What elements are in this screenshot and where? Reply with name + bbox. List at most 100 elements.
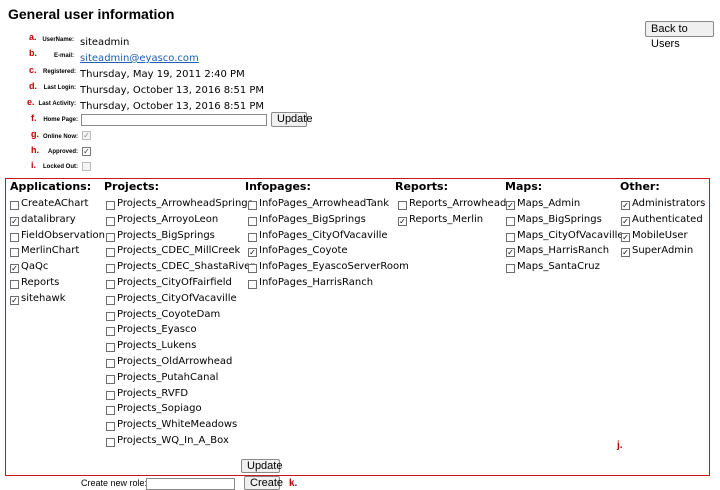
role-label: InfoPages_EyascoServerRoom — [259, 261, 409, 273]
role-label: InfoPages_HarrisRanch — [259, 277, 374, 288]
role-checkbox[interactable]: ✓ — [621, 201, 630, 210]
role-checkbox[interactable] — [248, 232, 257, 242]
back-to-users-button[interactable]: Back to Users — [645, 21, 714, 50]
role-checkbox[interactable] — [106, 264, 115, 274]
role-checkbox[interactable] — [248, 280, 257, 289]
role-checkbox[interactable] — [106, 374, 115, 384]
role-checkbox[interactable] — [248, 264, 257, 274]
role-label: FieldObservation — [21, 229, 105, 241]
role-label: Maps_SantaCruz — [517, 261, 600, 273]
role-label: Reports_Arrowhead — [409, 198, 507, 209]
role-label: Projects_ArrowheadSprings — [117, 198, 253, 209]
role-checkbox[interactable]: ✓ — [506, 201, 515, 210]
approved-checkbox[interactable]: ✓ — [82, 147, 91, 156]
role-label: Projects_PutahCanal — [117, 371, 219, 383]
page-title: General user information — [8, 6, 175, 22]
role-checkbox[interactable]: ✓ — [248, 248, 257, 258]
role-label: Projects_CDEC_MillCreek — [117, 245, 241, 257]
create-role-input[interactable] — [146, 478, 235, 490]
role-label: Reports_Merlin — [409, 213, 484, 225]
online-now-label: Online Now: — [43, 134, 78, 140]
role-label: SuperAdmin — [632, 245, 694, 257]
role-checkbox[interactable] — [248, 216, 257, 226]
role-checkbox[interactable] — [10, 232, 19, 242]
role-label: Projects_Lukens — [117, 340, 197, 352]
maps-title: Maps: — [505, 180, 543, 193]
role-checkbox[interactable] — [106, 343, 115, 353]
applications-title: Applications: — [10, 180, 92, 193]
email-label: E-mail: — [53, 53, 74, 59]
role-checkbox[interactable] — [506, 216, 515, 226]
role-checkbox[interactable] — [106, 280, 115, 289]
role-label: Projects_CityOfVacaville — [117, 292, 237, 304]
infopages-title: Infopages: — [245, 180, 311, 193]
role-checkbox[interactable]: ✓ — [10, 264, 19, 274]
role-checkbox[interactable] — [10, 201, 19, 210]
role-checkbox[interactable]: ✓ — [10, 216, 19, 226]
projects-title: Projects: — [104, 180, 159, 193]
last-activity-label: Last Activity: — [38, 101, 76, 107]
role-checkbox[interactable] — [506, 264, 515, 274]
role-checkbox[interactable] — [106, 406, 115, 416]
role-label: Maps_BigSprings — [517, 213, 602, 225]
role-checkbox[interactable] — [106, 216, 115, 226]
role-checkbox[interactable]: ✓ — [10, 295, 19, 305]
update-home-page-button[interactable]: Update — [271, 112, 312, 127]
email-link[interactable]: siteadmin@eyasco.com — [80, 53, 199, 64]
role-checkbox[interactable] — [106, 327, 115, 337]
role-label: Maps_Admin — [517, 198, 581, 209]
role-label: Projects_BigSprings — [117, 229, 215, 241]
registered-value: Thursday, May 19, 2011 2:40 PM — [80, 69, 245, 80]
role-checkbox[interactable] — [106, 438, 115, 447]
username-value: siteadmin — [80, 37, 130, 48]
marker-j: j. — [617, 440, 623, 451]
role-checkbox[interactable]: ✓ — [506, 248, 515, 258]
last-login-label: Last Login: — [43, 85, 76, 91]
role-checkbox[interactable] — [506, 232, 515, 242]
registered-label: Registered: — [42, 69, 76, 75]
role-checkbox[interactable] — [106, 201, 115, 210]
role-checkbox[interactable]: ✓ — [621, 248, 630, 258]
role-label: MerlinChart — [21, 245, 80, 257]
role-checkbox[interactable]: ✓ — [621, 232, 630, 242]
role-label: Projects_CityOfFairfield — [117, 277, 232, 288]
role-checkbox[interactable] — [106, 359, 115, 368]
role-checkbox[interactable] — [398, 201, 407, 210]
locked-out-label: Locked Out: — [42, 164, 78, 170]
role-label: datalibrary — [21, 213, 76, 225]
role-checkbox[interactable] — [10, 280, 19, 289]
role-checkbox[interactable] — [106, 422, 115, 432]
update-roles-button[interactable]: Update — [241, 459, 282, 473]
role-label: Projects_WhiteMeadows — [117, 419, 238, 431]
role-checkbox[interactable]: ✓ — [398, 216, 407, 226]
role-checkbox[interactable] — [106, 248, 115, 258]
role-label: Maps_HarrisRanch — [517, 245, 610, 257]
role-checkbox[interactable]: ✓ — [621, 216, 630, 226]
role-label: InfoPages_BigSprings — [259, 213, 366, 225]
role-label: CreateAChart — [21, 198, 89, 209]
role-checkbox[interactable] — [10, 248, 19, 258]
role-label: Reports — [21, 277, 60, 288]
other-title: Other: — [620, 180, 660, 193]
username-label: UserName: — [42, 37, 74, 43]
home-page-input[interactable] — [81, 114, 267, 126]
last-activity-value: Thursday, October 13, 2016 8:51 PM — [80, 101, 265, 112]
create-role-label: Create new role: — [81, 478, 148, 488]
last-login-value: Thursday, October 13, 2016 8:51 PM — [80, 85, 265, 96]
create-role-button[interactable]: Create — [244, 476, 283, 490]
role-label: Projects_Sopiago — [117, 403, 202, 415]
role-checkbox[interactable] — [106, 311, 115, 321]
role-label: QaQc — [21, 261, 49, 273]
role-label: Administrators — [632, 198, 706, 209]
role-checkbox[interactable] — [106, 390, 115, 400]
role-checkbox[interactable] — [106, 295, 115, 305]
role-label: Projects_ArroyoLeon — [117, 213, 219, 225]
role-checkbox[interactable] — [106, 232, 115, 242]
role-label: InfoPages_Coyote — [259, 245, 348, 257]
role-label: Projects_WQ_In_A_Box — [117, 435, 229, 446]
role-checkbox[interactable] — [248, 201, 257, 210]
role-label: InfoPages_CityOfVacaville — [259, 229, 388, 241]
role-label: InfoPages_ArrowheadTank — [259, 198, 389, 209]
online-now-checkbox: ✓ — [82, 131, 91, 140]
role-label: sitehawk — [21, 292, 66, 304]
